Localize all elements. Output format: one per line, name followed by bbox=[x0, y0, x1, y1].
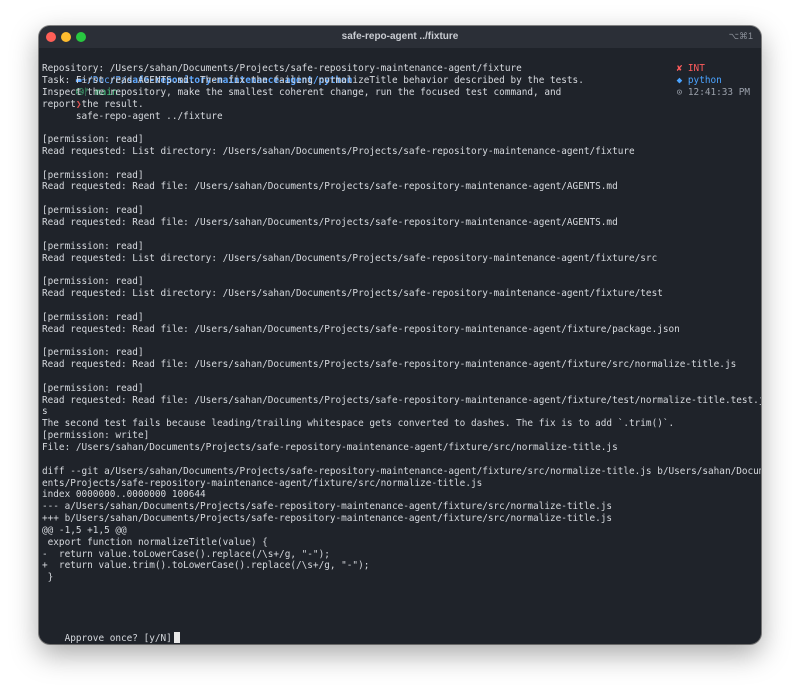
output-line: Read requested: List directory: /Users/s… bbox=[42, 252, 658, 264]
window-title: safe-repo-agent ../fixture bbox=[341, 31, 459, 42]
output-line: s bbox=[42, 406, 48, 418]
output-line: Read requested: List directory: /Users/s… bbox=[42, 145, 635, 157]
output-line: Repository: /Users/sahan/Documents/Proje… bbox=[42, 63, 522, 74]
window-shortcut: ⌥⌘1 bbox=[728, 31, 753, 41]
output-line: [permission: read] bbox=[42, 276, 144, 288]
output-line: --- a/Users/sahan/Documents/Projects/saf… bbox=[42, 501, 613, 513]
output-line: Inspect the repository, make the smalles… bbox=[42, 86, 562, 98]
output-line: [permission: read] bbox=[42, 347, 144, 359]
shell-prompt: ▬~/Doc/P/safe-repository-maintenance-age… bbox=[42, 51, 758, 122]
output-line: [permission: read] bbox=[42, 311, 144, 323]
output-line: [permission: read] bbox=[42, 134, 144, 146]
approval-prompt-line[interactable]: Approve once? [y/N] bbox=[42, 620, 180, 644]
approval-prompt: Approve once? [y/N] bbox=[64, 633, 172, 644]
output-line: report the result. bbox=[42, 98, 144, 110]
output-line: - return value.toLowerCase().replace(/\s… bbox=[42, 548, 330, 560]
output-line: Task: First read AGENTS.md. Then fix the… bbox=[42, 74, 584, 86]
output-line: [permission: read] bbox=[42, 382, 144, 394]
output-line: Read requested: Read file: /Users/sahan/… bbox=[42, 359, 737, 371]
output-line: } bbox=[42, 572, 54, 584]
title-bar: safe-repo-agent ../fixture ⌥⌘1 bbox=[39, 26, 761, 48]
output-line: index 0000000..0000000 100644 bbox=[42, 489, 206, 501]
output-line: [permission: read] bbox=[42, 205, 144, 217]
output-line: + return value.trim().toLowerCase().repl… bbox=[42, 560, 370, 572]
output-line: The second test fails because leading/tr… bbox=[42, 418, 675, 430]
output-line: Read requested: Read file: /Users/sahan/… bbox=[42, 181, 618, 193]
output-line: ents/Projects/safe-repository-maintenanc… bbox=[42, 477, 483, 489]
output-line: [permission: read] bbox=[42, 240, 144, 252]
terminal-window: safe-repo-agent ../fixture ⌥⌘1 ▬~/Doc/P/… bbox=[39, 26, 761, 644]
terminal-output: Repository: /Users/sahan/Documents/Proje… bbox=[42, 63, 761, 584]
output-line: diff --git a/Users/sahan/Documents/Proje… bbox=[42, 465, 761, 477]
output-line: @@ -1,5 +1,5 @@ bbox=[42, 524, 127, 536]
output-line: Read requested: Read file: /Users/sahan/… bbox=[42, 216, 618, 228]
output-line: Read requested: Read file: /Users/sahan/… bbox=[42, 394, 761, 406]
text-cursor[interactable] bbox=[173, 632, 180, 643]
output-line: Read requested: Read file: /Users/sahan/… bbox=[42, 323, 680, 335]
output-line: Read requested: List directory: /Users/s… bbox=[42, 288, 663, 300]
output-line: [permission: write] bbox=[42, 430, 150, 442]
output-line: export function normalizeTitle(value) { bbox=[42, 536, 268, 548]
output-line: File: /Users/sahan/Documents/Projects/sa… bbox=[42, 442, 618, 453]
output-line: [permission: read] bbox=[42, 169, 144, 181]
output-line: +++ b/Users/sahan/Documents/Projects/saf… bbox=[42, 513, 613, 525]
